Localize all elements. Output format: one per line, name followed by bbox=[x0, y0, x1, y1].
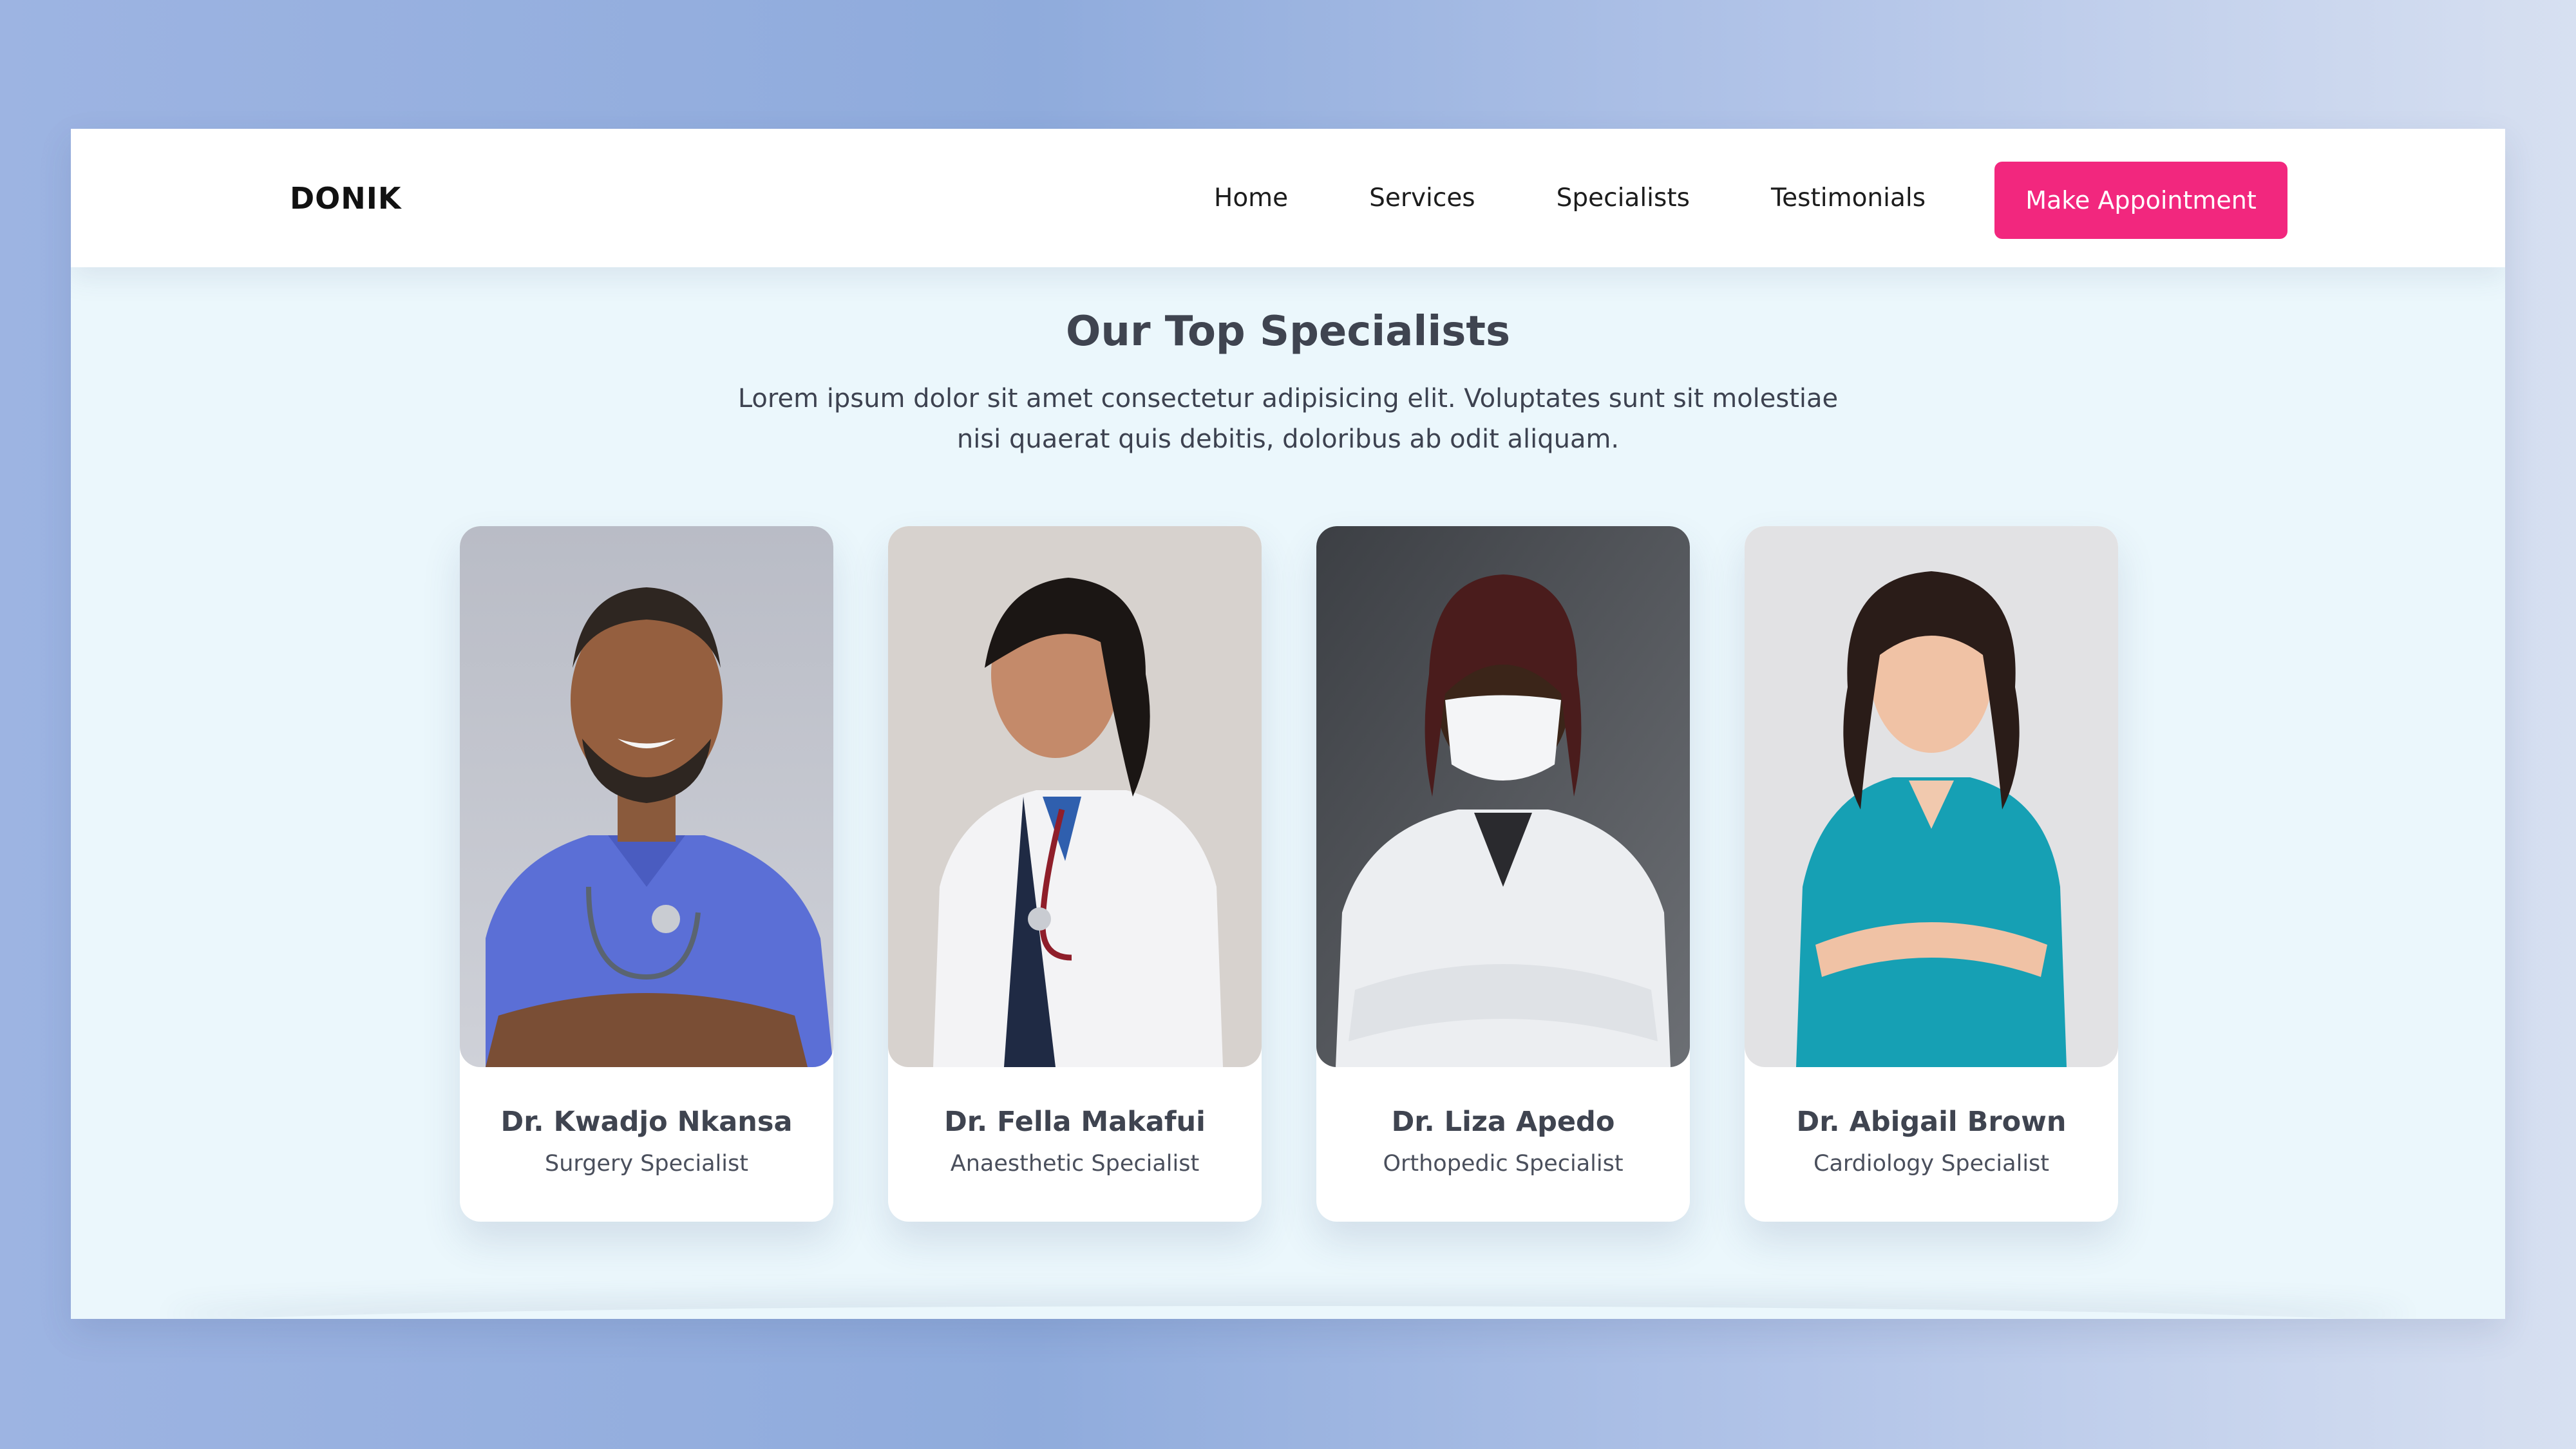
specialist-cards: Dr. Kwadjo Nkansa Surgery Specialist Dr.… bbox=[460, 526, 2118, 1222]
specialist-card[interactable]: Dr. Kwadjo Nkansa Surgery Specialist bbox=[460, 526, 833, 1222]
section-title: Our Top Specialists bbox=[1065, 308, 1511, 355]
navbar: DONIK Home Services Specialists Testimon… bbox=[71, 129, 2505, 267]
specialist-photo bbox=[1745, 526, 2118, 1067]
brand-logo[interactable]: DONIK bbox=[290, 129, 402, 267]
specialist-card[interactable]: Dr. Liza Apedo Orthopedic Specialist bbox=[1316, 526, 1690, 1222]
make-appointment-button[interactable]: Make Appointment bbox=[1994, 162, 2287, 239]
specialist-card[interactable]: Dr. Fella Makafui Anaesthetic Specialist bbox=[888, 526, 1262, 1222]
specialist-role: Orthopedic Specialist bbox=[1383, 1151, 1624, 1177]
page-frame: DONIK Home Services Specialists Testimon… bbox=[71, 129, 2505, 1319]
specialist-role: Cardiology Specialist bbox=[1814, 1151, 2049, 1177]
nav-home[interactable]: Home bbox=[1214, 184, 1288, 213]
main-nav: Home Services Specialists Testimonials bbox=[1214, 129, 1926, 267]
specialist-card[interactable]: Dr. Abigail Brown Cardiology Specialist bbox=[1745, 526, 2118, 1222]
specialist-photo bbox=[460, 526, 833, 1067]
nav-specialists[interactable]: Specialists bbox=[1557, 184, 1690, 213]
specialist-photo bbox=[1316, 526, 1690, 1067]
specialist-name: Dr. Fella Makafui bbox=[944, 1106, 1206, 1138]
specialist-name: Dr. Liza Apedo bbox=[1391, 1106, 1615, 1138]
specialist-role: Surgery Specialist bbox=[545, 1151, 748, 1177]
section-description: Lorem ipsum dolor sit amet consectetur a… bbox=[737, 384, 1839, 454]
specialist-photo bbox=[888, 526, 1262, 1067]
specialist-role: Anaesthetic Specialist bbox=[950, 1151, 1200, 1177]
nav-services[interactable]: Services bbox=[1369, 184, 1475, 213]
nav-testimonials[interactable]: Testimonials bbox=[1771, 184, 1926, 213]
section-bottom-shadow bbox=[167, 1306, 2409, 1319]
specialist-name: Dr. Abigail Brown bbox=[1796, 1106, 2067, 1138]
specialist-name: Dr. Kwadjo Nkansa bbox=[500, 1106, 793, 1138]
